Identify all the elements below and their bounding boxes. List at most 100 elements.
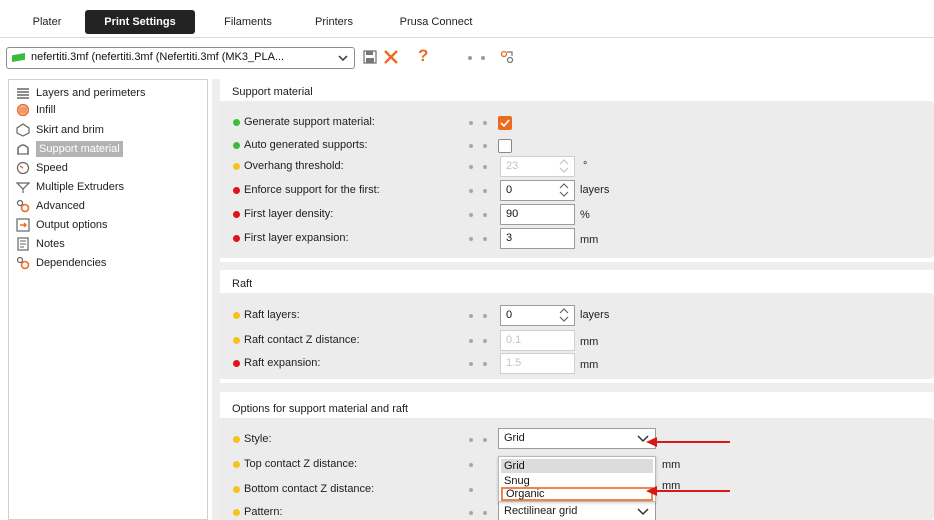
section-title-options: Options for support material and raft bbox=[232, 403, 409, 415]
lock-dot bbox=[469, 165, 473, 169]
revert-dot bbox=[483, 511, 487, 515]
compare-presets-icon[interactable] bbox=[499, 49, 515, 65]
revert-dot bbox=[483, 237, 487, 241]
sidebar-item-advanced[interactable]: Advanced bbox=[16, 198, 85, 214]
mode-dot bbox=[468, 56, 472, 60]
layers-icon bbox=[17, 88, 29, 99]
pattern-select[interactable]: Rectilinear grid bbox=[498, 501, 656, 520]
sidebar-item-speed[interactable]: Speed bbox=[16, 160, 68, 176]
sidebar-item-support[interactable]: Support material bbox=[16, 141, 123, 157]
tab-filaments[interactable]: Filaments bbox=[216, 10, 280, 34]
dependencies-icon bbox=[16, 256, 30, 270]
unit-mm: mm bbox=[662, 459, 681, 471]
raft-contact-z-input[interactable]: 0.1 bbox=[500, 330, 575, 351]
sidebar-item-notes[interactable]: Notes bbox=[16, 236, 65, 252]
expert-mode-dot bbox=[233, 186, 240, 194]
row-top-contact-z: Top contact Z distance: bbox=[233, 458, 357, 470]
lock-dot bbox=[469, 213, 473, 217]
tab-prusa-connect[interactable]: Prusa Connect bbox=[390, 10, 482, 34]
row-style: Style: bbox=[233, 433, 272, 445]
annotation-arrow-head bbox=[646, 437, 657, 447]
advanced-mode-dot bbox=[233, 435, 240, 443]
stepper-icon[interactable] bbox=[558, 182, 570, 198]
row-raft-expansion: Raft expansion: bbox=[233, 357, 320, 369]
mode-dot bbox=[481, 56, 485, 60]
first-layer-density-input[interactable]: 90 bbox=[500, 204, 575, 225]
row-first-layer-density: First layer density: bbox=[233, 208, 333, 220]
revert-dot bbox=[483, 165, 487, 169]
sidebar-item-infill[interactable]: Infill bbox=[16, 102, 56, 118]
tab-plater[interactable]: Plater bbox=[22, 10, 72, 34]
tab-printers[interactable]: Printers bbox=[305, 10, 363, 34]
save-icon[interactable] bbox=[362, 49, 378, 65]
style-select[interactable]: Grid bbox=[498, 428, 656, 449]
sidebar-item-output[interactable]: Output options bbox=[16, 217, 108, 233]
annotation-arrow-shaft bbox=[655, 490, 730, 492]
preset-toolbar: nefertiti.3mf (nefertiti.3mf (Nefertiti.… bbox=[0, 38, 934, 75]
row-raft-contact-z: Raft contact Z distance: bbox=[233, 334, 360, 346]
first-layer-expansion-input[interactable]: 3 bbox=[500, 228, 575, 249]
advanced-mode-dot bbox=[233, 460, 240, 468]
lock-dot bbox=[469, 438, 473, 442]
extruders-icon bbox=[16, 182, 30, 193]
dropdown-option-snug[interactable]: Snug bbox=[501, 474, 653, 488]
lock-dot bbox=[469, 362, 473, 366]
annotation-arrow-head bbox=[646, 486, 657, 496]
simple-mode-dot bbox=[233, 141, 240, 149]
unit-mm: mm bbox=[580, 336, 599, 348]
unit-mm: mm bbox=[580, 359, 599, 371]
advanced-mode-dot bbox=[233, 162, 240, 170]
sidebar-item-dependencies[interactable]: Dependencies bbox=[16, 255, 106, 271]
chevron-down-icon bbox=[338, 55, 348, 62]
revert-dot bbox=[483, 339, 487, 343]
lock-dot bbox=[469, 144, 473, 148]
infill-icon bbox=[16, 103, 30, 117]
preset-name: nefertiti.3mf (nefertiti.3mf (Nefertiti.… bbox=[31, 51, 285, 63]
lock-dot bbox=[469, 314, 473, 318]
advanced-mode-dot bbox=[233, 485, 240, 493]
sidebar-item-skirt[interactable]: Skirt and brim bbox=[16, 122, 104, 138]
sidebar-item-extruders[interactable]: Multiple Extruders bbox=[16, 179, 124, 195]
row-first-layer-expansion: First layer expansion: bbox=[233, 232, 349, 244]
simple-mode-dot bbox=[233, 118, 240, 126]
delete-icon[interactable] bbox=[382, 48, 400, 66]
generate-support-checkbox[interactable] bbox=[498, 116, 512, 130]
row-auto-supports: Auto generated supports: bbox=[233, 139, 368, 151]
stepper-icon[interactable] bbox=[558, 307, 570, 323]
lock-dot bbox=[469, 463, 473, 467]
chevron-down-icon bbox=[637, 508, 649, 516]
help-icon[interactable]: ? bbox=[418, 46, 428, 66]
section-title-support: Support material bbox=[232, 86, 313, 98]
dropdown-option-grid[interactable]: Grid bbox=[501, 459, 653, 473]
auto-supports-checkbox[interactable] bbox=[498, 139, 512, 153]
stepper-icon[interactable] bbox=[558, 158, 570, 174]
support-icon bbox=[17, 144, 29, 155]
expert-mode-dot bbox=[233, 210, 240, 218]
unit-percent: % bbox=[580, 209, 590, 221]
expert-mode-dot bbox=[233, 234, 240, 242]
dropdown-option-organic[interactable]: Organic bbox=[501, 487, 653, 501]
lock-dot bbox=[469, 488, 473, 492]
lock-dot bbox=[469, 511, 473, 515]
advanced-mode-dot bbox=[233, 508, 240, 516]
unit-degree: ° bbox=[583, 160, 588, 172]
revert-dot bbox=[483, 314, 487, 318]
revert-dot bbox=[483, 189, 487, 193]
lock-dot bbox=[469, 121, 473, 125]
output-icon bbox=[16, 218, 30, 232]
skirt-icon bbox=[16, 123, 30, 137]
advanced-icon bbox=[16, 199, 30, 213]
revert-dot bbox=[483, 121, 487, 125]
row-raft-layers: Raft layers: bbox=[233, 309, 300, 321]
row-enforce-support: Enforce support for the first: bbox=[233, 184, 380, 196]
print-preset-combo[interactable]: nefertiti.3mf (nefertiti.3mf (Nefertiti.… bbox=[6, 47, 355, 69]
row-pattern: Pattern: bbox=[233, 506, 283, 518]
lock-dot bbox=[469, 339, 473, 343]
unit-layers: layers bbox=[580, 184, 610, 196]
row-bottom-contact-z: Bottom contact Z distance: bbox=[233, 483, 374, 495]
raft-expansion-input[interactable]: 1.5 bbox=[500, 353, 575, 374]
unit-mm: mm bbox=[580, 234, 599, 246]
sidebar-item-layers[interactable]: Layers and perimeters bbox=[16, 85, 145, 101]
tab-print-settings[interactable]: Print Settings bbox=[85, 10, 195, 34]
row-overhang-threshold: Overhang threshold: bbox=[233, 160, 344, 172]
